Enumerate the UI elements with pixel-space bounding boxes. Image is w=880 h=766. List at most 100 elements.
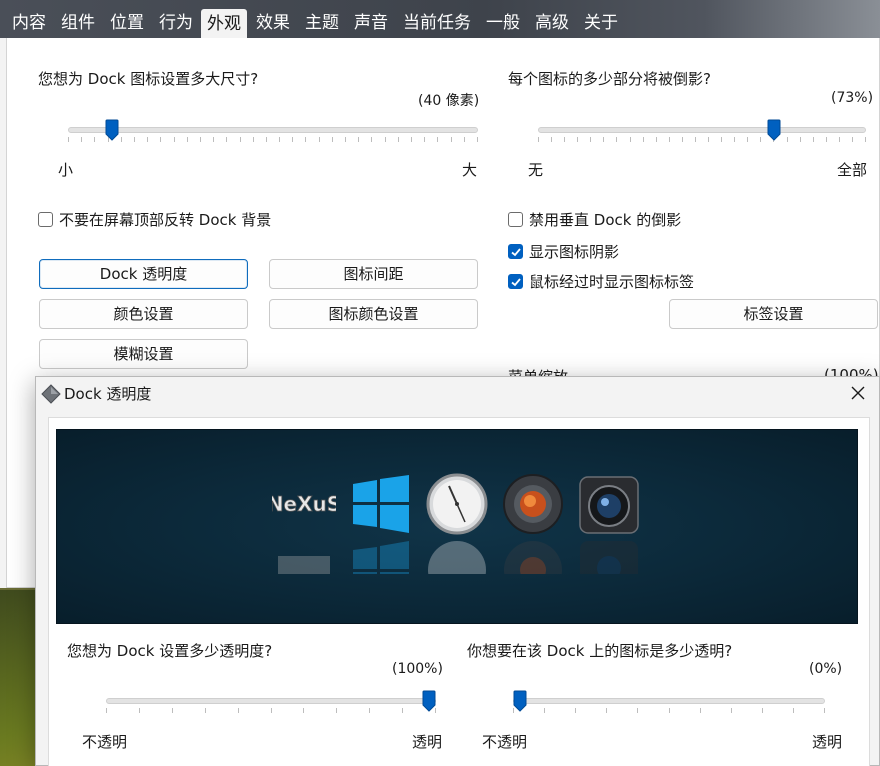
tab-bar: 内容 组件 位置 行为 外观 效果 主题 声音 当前任务 一般 高级 关于 [0,0,880,39]
slider-tick [358,137,360,142]
nexus-logo-text: NeXuS [272,492,336,516]
slider-tick [792,708,794,713]
slider-tick [538,137,539,142]
reflection-value: (73%) [831,90,874,106]
slider-tick [590,137,592,142]
dock-opacity-min-label: 不透明 [82,733,128,751]
dock-opacity-question: 您想为 Dock 设置多少透明度? [67,642,273,660]
size-slider-track[interactable] [68,127,478,133]
slider-tick [668,708,670,713]
slider-tick [463,137,465,142]
orb-icon [501,472,565,536]
checkbox-box[interactable] [508,212,523,227]
slider-tick [577,137,579,142]
slider-tick [384,137,386,142]
tab-effects[interactable]: 效果 [250,8,296,38]
slider-tick [606,708,608,713]
icon-opacity-slider-thumb[interactable] [513,690,527,712]
tab-themes[interactable]: 主题 [299,8,345,38]
tab-sounds[interactable]: 声音 [348,8,394,38]
tab-advanced[interactable]: 高级 [529,8,575,38]
size-min-label: 小 [58,161,74,179]
slider-tick [199,137,201,142]
label-settings-button[interactable]: 标签设置 [669,299,878,329]
tab-content[interactable]: 内容 [6,8,52,38]
slider-tick [305,137,307,142]
slider-tick [252,137,254,142]
slider-tick [824,708,825,713]
tab-about[interactable]: 关于 [578,8,624,38]
no-flip-checkbox[interactable]: 不要在屏幕顶部反转 Dock 背景 [38,209,271,230]
slider-tick [239,137,241,142]
dock-transparency-dialog: Dock 透明度 NeXuS 您想为 Dock 设置多少透明度? (100%) … [35,376,880,766]
clock-reflection [425,534,489,574]
dock-preview: NeXuS [56,429,858,624]
tab-general[interactable]: 一般 [480,8,526,38]
size-slider-ticks [68,137,478,143]
icon-opacity-question: 你想要在该 Dock 上的图标是多少透明? [467,642,733,660]
nexus-logo-icon: NeXuS [266,470,341,534]
slider-tick [237,708,239,713]
slider-tick [655,137,657,142]
slider-tick [147,137,149,142]
slider-tick [761,708,763,713]
slider-tick [331,137,333,142]
slider-tick [279,137,281,142]
size-max-label: 大 [462,161,478,179]
reflection-slider-ticks [538,137,866,143]
camera-reflection [577,534,641,574]
slider-tick [551,137,553,142]
color-settings-button[interactable]: 颜色设置 [39,299,248,329]
icon-spacing-button[interactable]: 图标间距 [269,259,478,289]
slider-tick [825,137,827,142]
checkbox-box[interactable] [38,212,53,227]
checkbox-label: 禁用垂直 Dock 的倒影 [529,211,682,229]
size-slider-thumb[interactable] [105,119,119,141]
slider-tick [437,137,439,142]
slider-tick [424,137,426,142]
tab-appearance[interactable]: 外观 [201,9,247,39]
dock-opacity-slider-track[interactable] [106,698,436,704]
slider-tick [616,137,618,142]
slider-tick [270,708,272,713]
blur-settings-button[interactable]: 模糊设置 [39,339,248,369]
show-icon-shadow-checkbox[interactable]: 显示图标阴影 [508,241,619,262]
dialog-titlebar[interactable]: Dock 透明度 [36,377,879,409]
dock-opacity-slider-thumb[interactable] [422,690,436,712]
dock-transparency-button[interactable]: Dock 透明度 [39,259,248,289]
size-value: (40 像素) [418,93,480,109]
slider-tick [642,137,644,142]
checkbox-box[interactable] [508,244,523,259]
tab-position[interactable]: 位置 [104,8,150,38]
slider-tick [603,137,605,142]
slider-tick [734,137,736,142]
slider-tick [160,137,162,142]
icon-opacity-slider-track[interactable] [513,698,825,704]
windows-logo-icon [349,472,413,536]
dock-opacity-value: (100%) [392,661,443,677]
nexus-logo-reflection [272,534,336,574]
tab-behavior[interactable]: 行为 [153,8,199,38]
reflection-slider-thumb[interactable] [767,119,781,141]
reflection-question: 每个图标的多少部分将被倒影? [508,70,711,88]
icon-opacity-slider-ticks [513,708,825,714]
tab-components[interactable]: 组件 [55,8,101,38]
disable-vertical-reflection-checkbox[interactable]: 禁用垂直 Dock 的倒影 [508,209,681,230]
slider-tick [173,137,175,142]
reflection-slider-track[interactable] [538,127,866,133]
slider-tick [265,137,267,142]
windows-logo-reflection [349,534,413,574]
slider-tick [94,137,96,142]
close-icon[interactable] [851,386,865,400]
checkbox-box[interactable] [508,274,523,289]
checkbox-label: 鼠标经过时显示图标标签 [529,273,695,291]
checkbox-label: 显示图标阴影 [529,243,620,261]
dock-opacity-slider-ticks [106,708,436,714]
slider-tick [575,708,577,713]
show-labels-checkbox[interactable]: 鼠标经过时显示图标标签 [508,271,694,292]
tab-current-tasks[interactable]: 当前任务 [397,8,477,38]
slider-tick [411,137,413,142]
slider-tick [681,137,683,142]
icon-color-settings-button[interactable]: 图标颜色设置 [269,299,478,329]
slider-tick [318,137,320,142]
